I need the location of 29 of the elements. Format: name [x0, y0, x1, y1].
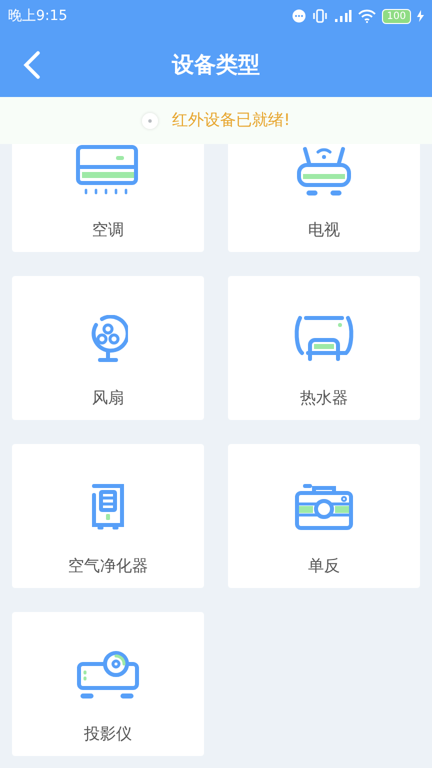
device-label: 空调: [92, 220, 124, 241]
status-message: 红外设备已就绪!: [172, 110, 290, 131]
chat-icon: [292, 9, 306, 23]
water-heater-icon: [294, 315, 354, 363]
charging-icon: [417, 10, 424, 22]
battery-indicator: 100: [382, 8, 411, 24]
clock: 晚上9:15: [8, 7, 68, 25]
vibrate-icon: [312, 9, 328, 23]
device-card[interactable]: 电视: [228, 144, 420, 252]
device-label: 热水器: [300, 388, 348, 409]
device-card[interactable]: 投影仪: [12, 612, 204, 756]
device-card[interactable]: 风扇: [12, 276, 204, 420]
device-card[interactable]: 空气净化器: [12, 444, 204, 588]
page-title: 设备类型: [172, 52, 260, 80]
status-dot-icon: [142, 112, 158, 128]
device-label: 单反: [308, 556, 340, 577]
device-card[interactable]: 单反: [228, 444, 420, 588]
wifi-icon: [358, 9, 376, 23]
device-label: 电视: [308, 220, 340, 241]
device-card[interactable]: 空调: [12, 144, 204, 252]
air-conditioner-icon: [76, 145, 140, 197]
camera-icon: [294, 483, 354, 531]
signal-icon: [334, 9, 352, 23]
device-card[interactable]: 热水器: [228, 276, 420, 420]
router-icon: [296, 145, 352, 197]
device-label: 空气净化器: [68, 556, 148, 577]
projector-icon: [76, 650, 140, 700]
device-label: 投影仪: [84, 724, 132, 745]
device-label: 风扇: [92, 388, 124, 409]
